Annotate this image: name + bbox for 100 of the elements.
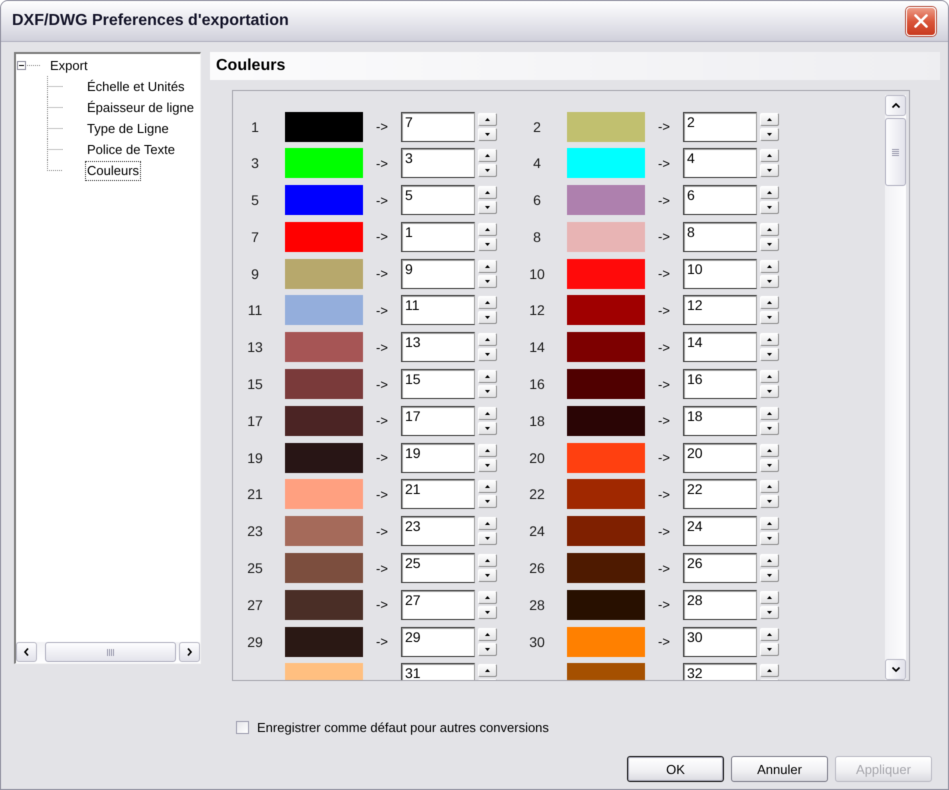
- spin-up-button[interactable]: [478, 480, 496, 494]
- scrollbar-thumb[interactable]: [45, 642, 176, 662]
- spin-up-button[interactable]: [478, 222, 496, 236]
- number-field[interactable]: 8: [683, 222, 757, 252]
- spin-down-button[interactable]: [760, 164, 778, 178]
- spin-down-button[interactable]: [760, 642, 778, 656]
- number-field[interactable]: 25: [401, 553, 475, 584]
- spin-up-button[interactable]: [760, 222, 778, 236]
- scroll-up-button[interactable]: [885, 95, 906, 116]
- spin-down-button[interactable]: [478, 385, 496, 398]
- spin-up-button[interactable]: [760, 480, 778, 494]
- tree-item[interactable]: Type de Ligne: [85, 118, 171, 138]
- scroll-right-button[interactable]: [179, 642, 200, 662]
- dialog-button[interactable]: OK: [627, 756, 724, 782]
- scroll-left-button[interactable]: [16, 642, 37, 662]
- spin-down-button[interactable]: [760, 274, 778, 288]
- tree-item[interactable]: Épaisseur de ligne: [85, 98, 196, 118]
- spin-down-button[interactable]: [478, 164, 496, 178]
- tree-item[interactable]: Police de Texte: [85, 140, 177, 160]
- number-field[interactable]: 27: [401, 590, 475, 620]
- tree-item[interactable]: Export: [48, 56, 90, 76]
- spin-down-button[interactable]: [478, 128, 496, 140]
- spin-up-button[interactable]: [478, 370, 496, 384]
- spin-up-button[interactable]: [478, 112, 496, 126]
- spin-up-button[interactable]: [478, 517, 496, 530]
- number-field[interactable]: 19: [401, 442, 475, 473]
- spin-down-button[interactable]: [478, 458, 496, 472]
- number-field[interactable]: 15: [401, 369, 475, 400]
- number-field[interactable]: 16: [683, 369, 757, 400]
- spin-up-button[interactable]: [760, 370, 778, 384]
- horizontal-scrollbar[interactable]: [16, 642, 200, 662]
- spin-down-button[interactable]: [760, 201, 778, 214]
- number-field[interactable]: 1: [401, 222, 475, 252]
- spin-up-button[interactable]: [478, 406, 496, 420]
- spin-up-button[interactable]: [760, 260, 778, 273]
- spin-down-button[interactable]: [760, 495, 778, 508]
- number-field[interactable]: 14: [683, 332, 757, 362]
- spin-down-button[interactable]: [478, 311, 496, 324]
- number-field[interactable]: 18: [683, 406, 757, 436]
- checkbox[interactable]: [236, 720, 249, 734]
- spin-down-button[interactable]: [760, 532, 778, 546]
- number-field[interactable]: 11: [401, 295, 475, 326]
- number-field[interactable]: 3: [401, 148, 475, 178]
- number-field[interactable]: 22: [683, 479, 757, 510]
- spin-up-button[interactable]: [760, 112, 778, 126]
- spin-down-button[interactable]: [478, 238, 496, 251]
- spin-up-button[interactable]: [478, 296, 496, 310]
- number-field[interactable]: 7: [401, 112, 475, 142]
- spin-up-button[interactable]: [760, 664, 778, 678]
- spin-down-button[interactable]: [478, 569, 496, 582]
- number-field[interactable]: 13: [401, 332, 475, 362]
- collapse-icon[interactable]: [17, 61, 26, 70]
- spin-up-button[interactable]: [478, 260, 496, 273]
- scroll-down-button[interactable]: [885, 659, 906, 680]
- number-field[interactable]: 24: [683, 516, 757, 546]
- spin-up-button[interactable]: [760, 590, 778, 604]
- dialog-button[interactable]: Annuler: [731, 756, 828, 782]
- number-field[interactable]: 32: [683, 663, 757, 680]
- spin-up-button[interactable]: [478, 149, 496, 162]
- spin-up-button[interactable]: [760, 554, 778, 568]
- spin-down-button[interactable]: [760, 606, 778, 619]
- spin-down-button[interactable]: [760, 348, 778, 362]
- spin-down-button[interactable]: [478, 532, 496, 546]
- number-field[interactable]: 21: [401, 479, 475, 510]
- spin-up-button[interactable]: [478, 554, 496, 568]
- spin-up-button[interactable]: [760, 296, 778, 310]
- spin-up-button[interactable]: [478, 186, 496, 200]
- spin-up-button[interactable]: [478, 333, 496, 346]
- number-field[interactable]: 5: [401, 185, 475, 216]
- number-field[interactable]: 17: [401, 406, 475, 436]
- spin-down-button[interactable]: [478, 495, 496, 508]
- spin-up-button[interactable]: [760, 444, 778, 457]
- spin-down-button[interactable]: [760, 569, 778, 582]
- number-field[interactable]: 9: [401, 258, 475, 289]
- spin-up-button[interactable]: [478, 444, 496, 457]
- number-field[interactable]: 28: [683, 590, 757, 620]
- number-field[interactable]: 31: [401, 663, 475, 680]
- spin-down-button[interactable]: [760, 238, 778, 251]
- spin-down-button[interactable]: [478, 201, 496, 214]
- spin-down-button[interactable]: [760, 422, 778, 435]
- spin-up-button[interactable]: [760, 517, 778, 530]
- number-field[interactable]: 12: [683, 295, 757, 326]
- number-field[interactable]: 30: [683, 626, 757, 657]
- scrollbar-thumb[interactable]: [885, 118, 906, 186]
- spin-down-button[interactable]: [760, 311, 778, 324]
- spin-up-button[interactable]: [760, 149, 778, 162]
- number-field[interactable]: 10: [683, 258, 757, 289]
- number-field[interactable]: 23: [401, 516, 475, 546]
- number-field[interactable]: 6: [683, 185, 757, 216]
- tree-item[interactable]: Échelle et Unités: [85, 76, 187, 96]
- spin-down-button[interactable]: [478, 642, 496, 656]
- spin-up-button[interactable]: [760, 406, 778, 420]
- spin-up-button[interactable]: [760, 186, 778, 200]
- spin-down-button[interactable]: [760, 128, 778, 140]
- number-field[interactable]: 4: [683, 148, 757, 178]
- number-field[interactable]: 29: [401, 626, 475, 657]
- number-field[interactable]: 20: [683, 442, 757, 473]
- spin-up-button[interactable]: [478, 664, 496, 678]
- number-field[interactable]: 26: [683, 553, 757, 584]
- spin-down-button[interactable]: [760, 458, 778, 472]
